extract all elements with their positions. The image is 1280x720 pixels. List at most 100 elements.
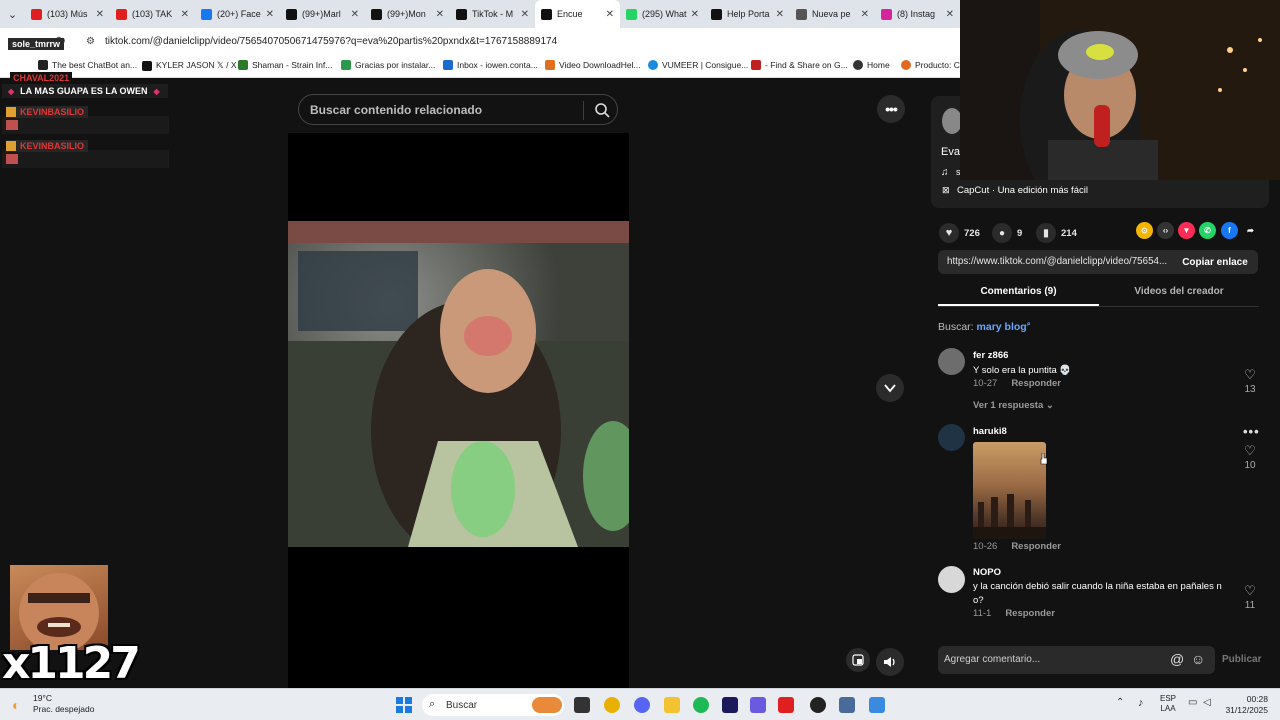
facebook-icon[interactable]: f [1221, 222, 1238, 239]
comment-avatar[interactable] [938, 348, 965, 375]
browser-tab[interactable]: (20+) Face ✕ [195, 0, 280, 28]
bookmark-item[interactable]: The best ChatBot an... [38, 60, 137, 70]
bookmark-item[interactable]: Home [853, 60, 890, 70]
comment-username[interactable]: NOPO [973, 567, 1001, 578]
publish-button[interactable]: Publicar [1222, 654, 1261, 665]
browser-tab[interactable]: (103) Mús ✕ [25, 0, 110, 28]
comment-more-icon[interactable]: ••• [1243, 424, 1260, 439]
next-video-button[interactable] [876, 374, 904, 402]
reply-button[interactable]: Responder [1011, 378, 1061, 389]
settings-icon[interactable] [839, 697, 855, 713]
weather-widget[interactable]: 19°C Prac. despejado [33, 693, 94, 715]
task-view-icon[interactable] [574, 697, 590, 713]
save-stat[interactable]: ▮ 214 [1036, 223, 1077, 243]
snipping-icon[interactable] [869, 697, 885, 713]
pip-button[interactable] [846, 648, 870, 672]
bookmark-item[interactable]: Producto: Co [901, 60, 965, 70]
close-tab-icon[interactable]: ✕ [351, 9, 359, 20]
tab-creator-videos[interactable]: Videos del creador [1099, 286, 1259, 297]
reply-button[interactable]: Responder [1005, 608, 1055, 619]
video-player[interactable] [288, 221, 629, 547]
bookmark-item[interactable]: Shaman - Strain Inf... [238, 60, 332, 70]
capcut-link[interactable]: CapCut · Una edición más fácil [957, 185, 1088, 196]
browser-tab[interactable]: (103) TAK ✕ [110, 0, 195, 28]
browser-tab[interactable]: TikTok - M ✕ [450, 0, 535, 28]
bookmark-item[interactable]: Gracias por instalar... [341, 60, 435, 70]
close-tab-icon[interactable]: ✕ [181, 9, 189, 20]
comment-like[interactable]: ♡ 13 [1240, 366, 1260, 395]
comment-like[interactable]: ♡ 10 [1240, 442, 1260, 471]
search-input[interactable]: Buscar contenido relacionado [310, 103, 482, 117]
browser-tab[interactable]: Encue ✕ [535, 0, 620, 28]
close-tab-icon[interactable]: ✕ [861, 9, 869, 20]
browser-tab[interactable]: (99+)Marl ✕ [280, 0, 365, 28]
comment-input[interactable]: Agregar comentario... [944, 654, 1040, 665]
tray-up-icon[interactable]: ⌃ [1116, 697, 1124, 708]
close-tab-icon[interactable]: ✕ [266, 9, 274, 20]
browser-tab[interactable]: (295) What ✕ [620, 0, 705, 28]
taskbar-search-label[interactable]: Buscar [446, 700, 477, 711]
discord-icon[interactable] [634, 697, 650, 713]
search-suggestion[interactable]: Buscar: mary blog⌕ [938, 321, 1031, 333]
send-icon[interactable]: ▼ [1178, 222, 1195, 239]
share-arrow-icon[interactable]: ➦ [1242, 222, 1259, 239]
comment-username[interactable]: fer z866 [973, 350, 1008, 361]
close-tab-icon[interactable]: ✕ [436, 9, 444, 20]
close-tab-icon[interactable]: ✕ [946, 9, 954, 20]
copy-link-button[interactable]: Copiar enlace [1172, 250, 1258, 274]
creator-name[interactable]: Eva [941, 146, 960, 158]
language-indicator[interactable]: ESP LAA [1160, 694, 1176, 714]
related-search-box[interactable]: Buscar contenido relacionado [298, 94, 618, 125]
bookmark-item[interactable]: Inbox - iowen.conta... [443, 60, 538, 70]
browser-tab[interactable]: Nueva pe ✕ [790, 0, 875, 28]
code-icon[interactable]: ‹› [1157, 222, 1174, 239]
microphone-icon[interactable]: ♪ [1138, 697, 1144, 709]
comment-like[interactable]: ♡ 11 [1240, 582, 1260, 611]
comment-username[interactable]: haruki8 [973, 426, 1007, 437]
emoji-icon[interactable]: ☺ [1191, 651, 1205, 667]
browser-tab[interactable]: (99+)Mon ✕ [365, 0, 450, 28]
teams-icon[interactable] [750, 697, 766, 713]
close-tab-icon[interactable]: ✕ [606, 9, 614, 20]
premiere-icon[interactable] [722, 697, 738, 713]
volume-button[interactable] [876, 648, 904, 676]
bookmark-item[interactable]: - Find & Share on G... [751, 60, 848, 70]
site-info-icon[interactable]: ⚙ [86, 36, 98, 48]
browser-tab[interactable]: Help Porta ✕ [705, 0, 790, 28]
clock[interactable]: 00:28 31/12/2025 [1224, 694, 1268, 716]
weather-icon[interactable]: ◐ [12, 697, 20, 713]
url-field[interactable]: tiktok.com/@danielclipp/video/7565407050… [105, 36, 557, 47]
bookmark-item[interactable]: KYLER JASON 𝕏 / X [142, 60, 237, 71]
search-icon[interactable] [593, 101, 611, 119]
creator-avatar[interactable] [942, 108, 962, 134]
network-icon[interactable]: ▭ [1188, 697, 1197, 708]
bookmark-item[interactable]: VUMEER | Consigue... [648, 60, 748, 70]
comment-avatar[interactable] [938, 566, 965, 593]
obs-icon[interactable] [810, 697, 826, 713]
spotify-icon[interactable] [693, 697, 709, 713]
reply-button[interactable]: Responder [1011, 541, 1061, 552]
close-tab-icon[interactable]: ✕ [521, 9, 529, 20]
whatsapp-icon[interactable]: ✆ [1199, 222, 1216, 239]
close-tab-icon[interactable]: ✕ [96, 9, 104, 20]
app-t-icon[interactable] [778, 697, 794, 713]
browser-tab[interactable]: (8) Instag ✕ [875, 0, 960, 28]
volume-icon[interactable]: ◁ [1203, 697, 1211, 708]
embed-icon[interactable]: ⊙ [1136, 222, 1153, 239]
tab-search-icon[interactable]: ⌄ [0, 0, 25, 28]
like-stat[interactable]: ♥ 726 [939, 223, 980, 243]
bookmark-item[interactable]: Video DownloadHel... [545, 60, 641, 70]
close-tab-icon[interactable]: ✕ [776, 9, 784, 20]
more-options-button[interactable]: ••• [877, 95, 905, 123]
comment-avatar[interactable] [938, 424, 965, 451]
mention-icon[interactable]: @ [1170, 651, 1184, 667]
start-icon[interactable] [396, 697, 412, 713]
view-replies-button[interactable]: Ver 1 respuesta ⌄ [973, 400, 1054, 411]
video-link[interactable]: https://www.tiktok.com/@danielclipp/vide… [947, 256, 1167, 267]
comment-stat[interactable]: ● 9 [992, 223, 1022, 243]
file-explorer-icon[interactable] [664, 697, 680, 713]
comment-image[interactable] [973, 442, 1046, 539]
close-tab-icon[interactable]: ✕ [691, 9, 699, 20]
tab-comments[interactable]: Comentarios (9) [938, 286, 1099, 297]
chrome-icon[interactable] [604, 697, 620, 713]
